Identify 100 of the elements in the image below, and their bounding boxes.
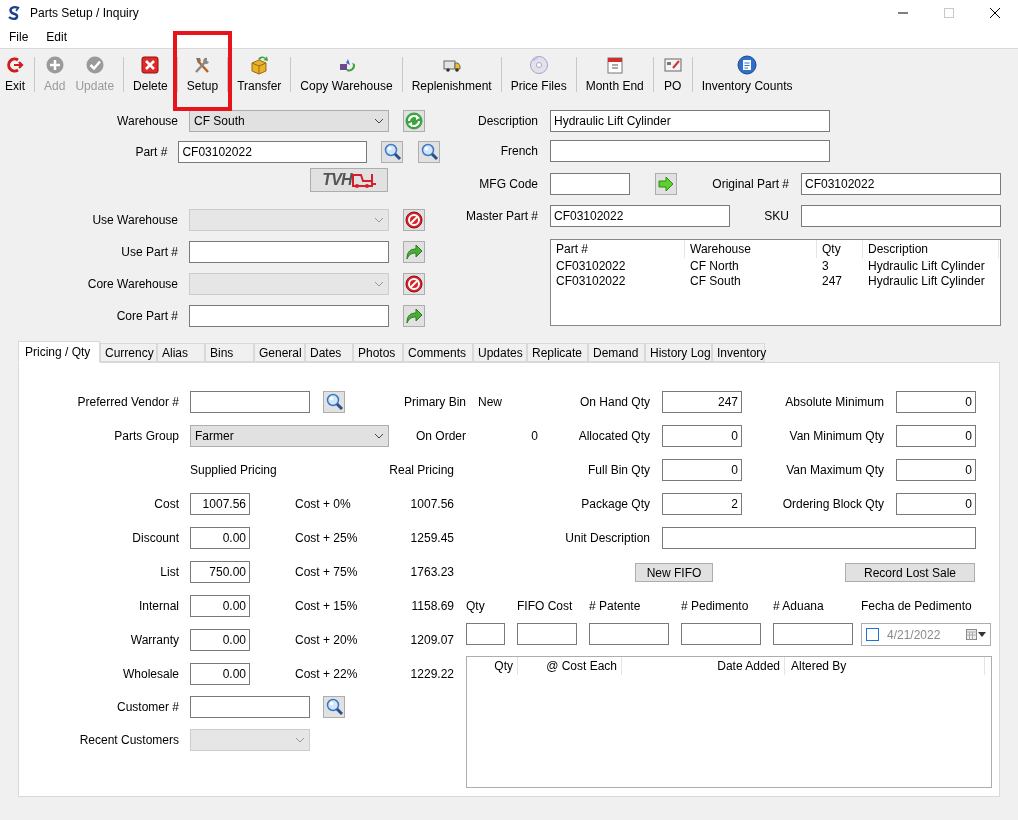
input-field[interactable] bbox=[550, 173, 630, 195]
input-field[interactable] bbox=[190, 696, 310, 718]
input-field[interactable] bbox=[466, 623, 505, 645]
search-button[interactable] bbox=[418, 141, 440, 163]
column-header[interactable]: Date Added bbox=[622, 657, 785, 675]
toolbar-button[interactable]: Setup bbox=[181, 53, 224, 96]
input-field[interactable]: 247 bbox=[662, 391, 742, 413]
date-picker[interactable]: 4/21/2022 bbox=[861, 623, 991, 646]
logo-button[interactable]: TVH bbox=[310, 168, 388, 192]
field-label: Customer # bbox=[116, 699, 179, 716]
dropdown[interactable]: Farmer bbox=[190, 425, 389, 447]
forward-button[interactable] bbox=[403, 305, 425, 327]
search-button[interactable] bbox=[381, 141, 403, 163]
input-field[interactable] bbox=[662, 527, 976, 549]
markup-text: Cost + 25% bbox=[295, 531, 358, 545]
toolbar-button[interactable]: PO bbox=[657, 53, 688, 96]
input-field[interactable]: 0 bbox=[896, 459, 976, 481]
new-fifo-button[interactable]: New FIFO bbox=[635, 562, 713, 582]
search-button[interactable] bbox=[323, 391, 345, 413]
dropdown[interactable]: CF South bbox=[189, 110, 389, 132]
field-label: Ordering Block Qty bbox=[782, 496, 884, 513]
forklift-icon bbox=[351, 172, 376, 188]
field-label: Cost bbox=[154, 496, 179, 513]
clear-button[interactable] bbox=[403, 209, 425, 231]
input-field[interactable]: 0 bbox=[662, 425, 742, 447]
input-field[interactable]: 0.00 bbox=[190, 595, 250, 617]
input-field[interactable] bbox=[189, 305, 389, 327]
field-value: 0 bbox=[531, 428, 538, 445]
input-field[interactable] bbox=[589, 623, 669, 645]
input-field[interactable] bbox=[681, 623, 761, 645]
input-field[interactable]: 0 bbox=[896, 493, 976, 515]
curved-arrow-icon bbox=[404, 242, 424, 262]
column-header[interactable]: Part # bbox=[551, 240, 685, 258]
column-header[interactable]: Qty bbox=[817, 240, 863, 258]
chevron-down-icon bbox=[374, 433, 384, 439]
forward-button[interactable] bbox=[403, 241, 425, 263]
refresh-button[interactable] bbox=[403, 110, 425, 132]
tab[interactable]: History Log bbox=[645, 343, 712, 362]
table-cell-text: Hydraulic Lift Cylinder bbox=[867, 273, 986, 290]
go-button[interactable] bbox=[655, 173, 677, 195]
toolbar-button[interactable]: Month End bbox=[580, 53, 649, 96]
input-field[interactable]: Hydraulic Lift Cylinder bbox=[550, 110, 830, 132]
tab[interactable]: Updates bbox=[473, 343, 527, 362]
column-header[interactable]: Warehouse bbox=[685, 240, 817, 258]
tab[interactable]: Inventory bbox=[712, 343, 765, 362]
markup-text: Cost + 20% bbox=[295, 633, 358, 647]
input-field[interactable] bbox=[773, 623, 853, 645]
tab[interactable]: Demand bbox=[588, 343, 645, 362]
input-field[interactable]: 750.00 bbox=[190, 561, 250, 583]
input-field[interactable]: CF03102022 bbox=[550, 205, 730, 227]
field-label: Package Qty bbox=[581, 496, 650, 513]
toolbar-button[interactable]: Replenishment bbox=[406, 53, 497, 96]
plus-icon bbox=[44, 55, 65, 75]
checkbox[interactable] bbox=[866, 628, 879, 641]
column-header[interactable]: Description bbox=[863, 240, 999, 258]
toolbar-button[interactable]: Inventory Counts bbox=[696, 53, 798, 96]
field-label: Warehouse bbox=[117, 113, 178, 130]
tab[interactable]: Photos bbox=[353, 343, 403, 362]
menu-item[interactable]: Edit bbox=[37, 27, 77, 47]
input-field[interactable]: 0 bbox=[896, 425, 976, 447]
field-label: Warranty bbox=[130, 632, 179, 649]
field-label: Allocated Qty bbox=[578, 428, 650, 445]
column-header[interactable]: Qty bbox=[467, 657, 518, 675]
search-button[interactable] bbox=[323, 696, 345, 718]
input-field[interactable] bbox=[190, 391, 310, 413]
input-field[interactable]: CF03102022 bbox=[178, 141, 367, 163]
window-title: Parts Setup / Inquiry bbox=[30, 5, 139, 22]
input-field[interactable] bbox=[517, 623, 577, 645]
tab[interactable]: Comments bbox=[403, 343, 473, 362]
clear-button[interactable] bbox=[403, 273, 425, 295]
input-field[interactable] bbox=[550, 140, 830, 162]
toolbar-button[interactable]: Transfer bbox=[232, 53, 287, 96]
input-field[interactable] bbox=[189, 241, 389, 263]
input-field[interactable]: 0.00 bbox=[190, 663, 250, 685]
column-header[interactable]: Altered By bbox=[785, 657, 985, 675]
toolbar-button[interactable]: Exit bbox=[0, 53, 30, 96]
column-header[interactable]: @ Cost Each bbox=[518, 657, 622, 675]
toolbar-button[interactable]: Copy Warehouse bbox=[295, 53, 398, 96]
tab[interactable]: Bins bbox=[205, 343, 254, 362]
tab[interactable]: Dates bbox=[305, 343, 353, 362]
input-field[interactable]: 1007.56 bbox=[190, 493, 250, 515]
toolbar-button[interactable]: Price Files bbox=[505, 53, 572, 96]
menu-item[interactable]: File bbox=[0, 27, 38, 47]
input-field[interactable]: 0 bbox=[662, 459, 742, 481]
toolbar-button[interactable]: Delete bbox=[128, 53, 173, 96]
input-field[interactable] bbox=[801, 205, 1001, 227]
tab[interactable]: Currency bbox=[100, 343, 157, 362]
tab[interactable]: Pricing / Qty bbox=[18, 341, 100, 363]
tab[interactable]: Replicate bbox=[527, 343, 588, 362]
input-field[interactable]: 0.00 bbox=[190, 527, 250, 549]
record-lost-sale-button[interactable]: Record Lost Sale bbox=[845, 562, 975, 582]
input-field[interactable]: 2 bbox=[662, 493, 742, 515]
input-field[interactable]: CF03102022 bbox=[801, 173, 1001, 195]
tab[interactable]: General bbox=[254, 343, 305, 362]
calendar-icon bbox=[604, 55, 625, 75]
field-label: On Hand Qty bbox=[579, 394, 650, 411]
input-field[interactable]: 0 bbox=[896, 391, 976, 413]
field-label: MFG Code bbox=[479, 176, 538, 193]
input-field[interactable]: 0.00 bbox=[190, 629, 250, 651]
tab[interactable]: Alias bbox=[157, 343, 205, 362]
